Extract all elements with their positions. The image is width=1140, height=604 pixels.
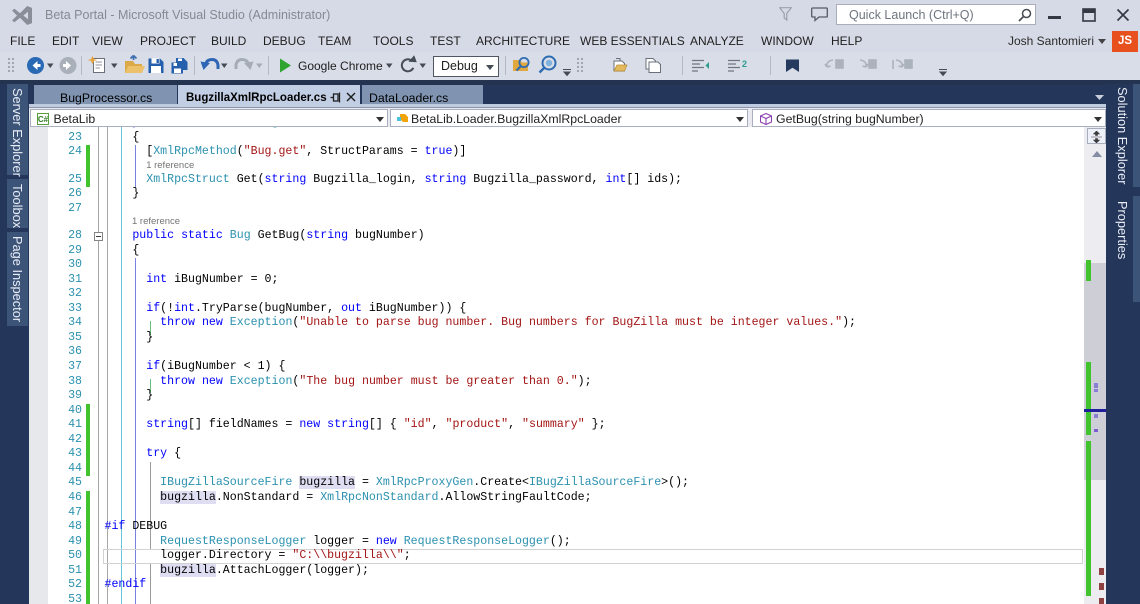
svg-text:2: 2 bbox=[742, 59, 747, 69]
svg-text:C#: C# bbox=[37, 115, 48, 124]
